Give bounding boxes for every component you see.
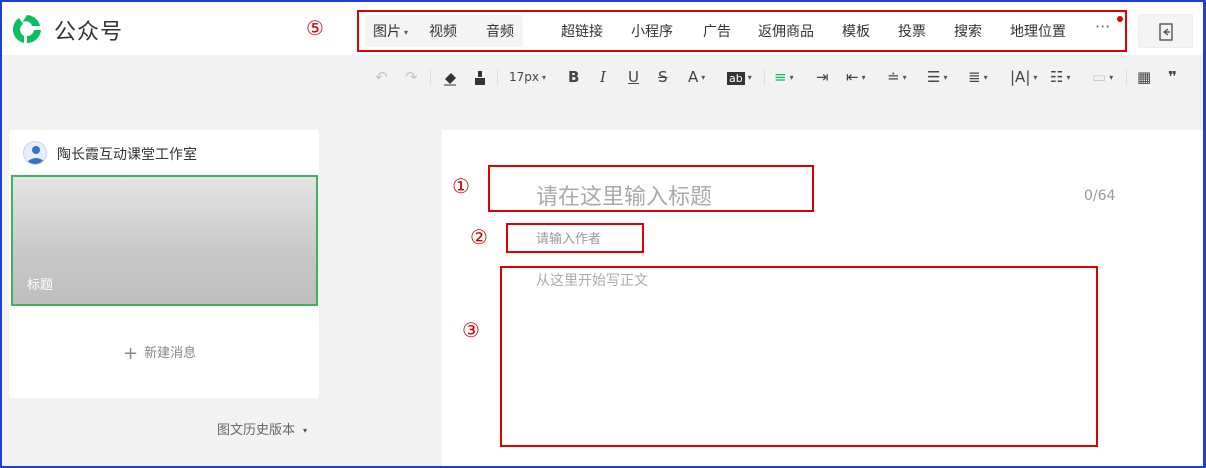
insert-ad-menu[interactable]: 广告 [703,21,731,41]
title-char-counter: 0/64 [1084,188,1116,204]
insert-menu: 图片 ▾ 视频 音频 超链接 小程序 广告 返佣商品 模板 投票 搜索 地理位置 … [357,10,1127,52]
chevron-down-icon: ▾ [861,72,866,82]
body-editor[interactable] [536,270,1086,440]
insert-search-menu[interactable]: 搜索 [954,21,982,41]
article-cover-selected[interactable]: 标题 [11,175,318,306]
annotation-marker-3: ③ [462,318,480,342]
clear-format-icon[interactable] [442,64,458,90]
italic-button[interactable]: I [600,64,606,90]
toolbar-divider [497,69,498,85]
chevron-down-icon: ▾ [983,72,988,82]
wechat-mp-logo-icon [12,15,41,44]
background-color-label: ab [727,72,745,85]
insert-image-label: 图片 [373,24,401,40]
toolbar-divider [1126,69,1127,85]
letter-spacing-button[interactable]: |A| ▾ [1010,64,1037,91]
font-color-button[interactable]: A ▾ [688,64,705,91]
plus-icon: + [123,343,139,364]
underline-button[interactable]: U [628,64,639,90]
title-input[interactable] [536,180,846,214]
insert-video-menu[interactable]: 视频 [429,21,457,41]
new-message-label: 新建消息 [144,346,197,361]
format-painter-icon[interactable] [473,64,487,90]
font-size-value: 17px [509,70,539,84]
account-logo-icon [28,146,44,164]
chevron-down-icon: ▾ [303,426,308,435]
insert-image-menu[interactable]: 图片 ▾ [373,21,408,41]
chevron-down-icon: ▾ [542,72,547,82]
top-bar: 公众号 ⑤ 图片 ▾ 视频 音频 超链接 小程序 广告 返佣商品 模板 投票 搜索… [2,2,1203,55]
article-list-card: 陶长霞互动课堂工作室 标题 + 新建消息 [9,130,319,398]
toolbar-divider [764,69,765,85]
list-button[interactable]: ☷ ▾ [1050,64,1070,91]
insert-mini-program-menu[interactable]: 小程序 [631,21,673,41]
background-color-button[interactable]: ab ▾ [727,64,752,92]
cover-title: 标题 [27,278,54,293]
table-icon[interactable]: ▦ [1137,64,1151,90]
chevron-down-icon: ▾ [789,72,794,82]
annotation-marker-1: ① [452,174,470,198]
chevron-down-icon: ▾ [1109,72,1114,82]
line-spacing-button[interactable]: ☰ ▾ [927,64,947,91]
insert-audio-menu[interactable]: 音频 [486,21,514,41]
new-message-button[interactable]: + 新建消息 [123,342,196,364]
chevron-down-icon: ▾ [902,72,907,82]
border-button[interactable]: ▭ ▾ [1092,64,1113,91]
indent-icon[interactable]: ⇥ [816,64,829,90]
quote-icon[interactable]: ❞ [1168,64,1177,90]
font-color-label: A [688,68,699,86]
more-icon[interactable]: ··· [1095,17,1110,36]
eraser-icon [444,72,456,85]
annotation-marker-5: ⑤ [306,16,324,40]
paragraph-spacing-button[interactable]: ≣ ▾ [968,64,988,91]
app-title: 公众号 [54,20,124,45]
annotation-marker-2: ② [470,225,488,249]
history-label: 图文历史版本 [217,423,296,438]
exit-icon [1159,23,1173,41]
chevron-down-icon: ▾ [1066,72,1071,82]
insert-location-menu[interactable]: 地理位置 [1010,21,1066,41]
chevron-down-icon: ▾ [943,72,948,82]
history-version-dropdown[interactable]: 图文历史版本 ▾ [217,419,307,438]
editor-area: ① 0/64 ② ③ [442,130,1206,468]
notification-dot [1117,16,1123,22]
insert-vote-menu[interactable]: 投票 [898,21,926,41]
insert-template-menu[interactable]: 模板 [842,21,870,41]
undo-icon[interactable]: ↶ [375,64,388,90]
author-input[interactable] [536,229,666,249]
brush-icon [475,70,485,85]
format-toolbar: ↶ ↷ 17px ▾ B I U S A ▾ ab ▾ ≡ ▾ ⇥ ⇤ ▾ ≐ ▾ ☰ ▾ ≣… [360,64,1206,90]
chevron-down-icon: ▾ [747,72,752,82]
chevron-down-icon: ▾ [701,72,706,82]
insert-commission-product-menu[interactable]: 返佣商品 [758,21,814,41]
strikethrough-button[interactable]: S [658,64,668,90]
chevron-down-icon: ▾ [404,27,409,37]
account-avatar [23,141,47,165]
outdent-button[interactable]: ⇤ ▾ [846,64,866,91]
chevron-down-icon: ▾ [1033,72,1038,82]
toolbar-divider [430,69,431,85]
bold-button[interactable]: B [568,64,579,90]
insert-hyperlink-menu[interactable]: 超链接 [561,21,603,41]
account-name: 陶长霞互动课堂工作室 [57,147,197,163]
exit-editor-button[interactable] [1138,14,1193,48]
font-size-select[interactable]: 17px ▾ [509,64,546,91]
align-button[interactable]: ≡ ▾ [774,64,794,91]
vertical-align-button[interactable]: ≐ ▾ [887,64,907,91]
redo-icon[interactable]: ↷ [405,64,418,90]
